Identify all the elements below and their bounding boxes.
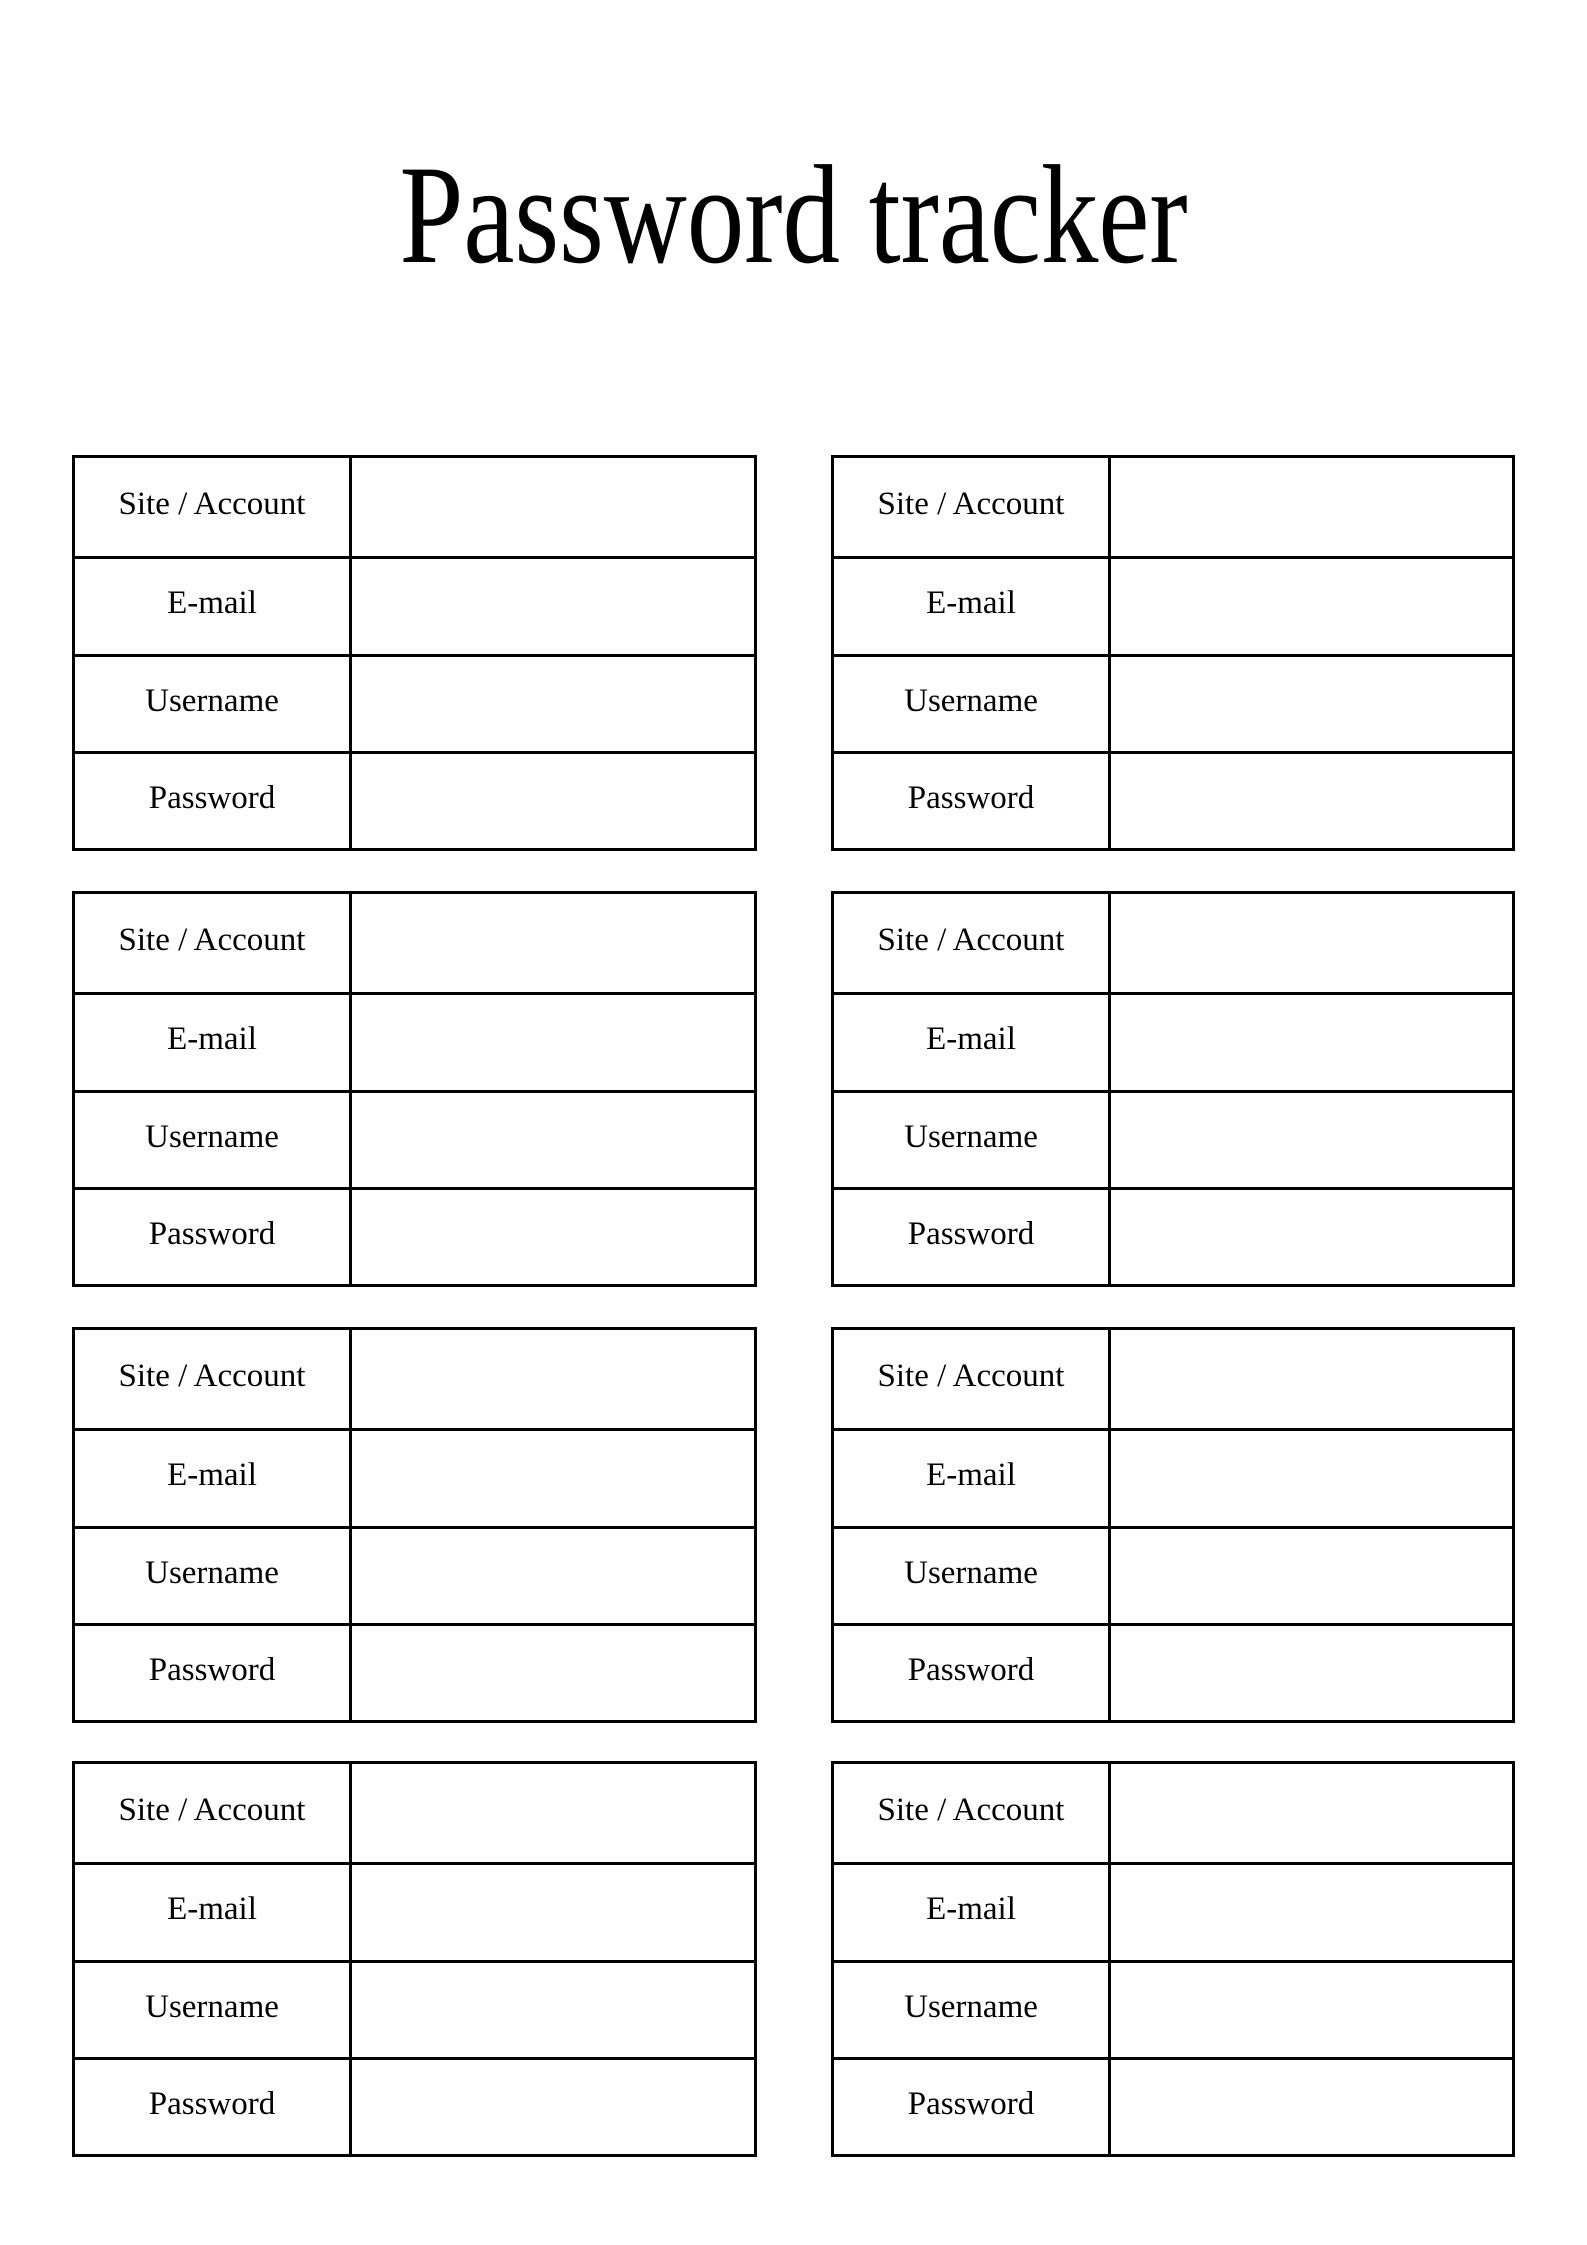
username-label: Username [75,1963,352,2060]
username-field[interactable] [352,1093,754,1190]
username-label: Username [834,1529,1111,1626]
password-field[interactable] [1111,754,1512,848]
password-entry-card: Site / Account E-mail Username Password [72,1327,757,1723]
password-label: Password [834,754,1111,848]
username-label: Username [834,657,1111,754]
password-entry-card: Site / Account E-mail Username Password [72,455,757,851]
page-title: Password tracker [399,137,1188,293]
email-label: E-mail [75,1865,352,1963]
email-label: E-mail [834,1431,1111,1529]
password-label: Password [834,1190,1111,1284]
username-field[interactable] [1111,1093,1512,1190]
email-label: E-mail [75,559,352,657]
password-entry-card: Site / Account E-mail Username Password [831,455,1515,851]
password-label: Password [75,1190,352,1284]
username-label: Username [75,1529,352,1626]
site-label: Site / Account [834,1330,1111,1431]
username-field[interactable] [352,1529,754,1626]
password-field[interactable] [1111,1190,1512,1284]
site-field[interactable] [352,458,754,559]
site-label: Site / Account [75,1330,352,1431]
username-field[interactable] [352,1963,754,2060]
email-field[interactable] [352,559,754,657]
site-label: Site / Account [834,458,1111,559]
email-field[interactable] [1111,559,1512,657]
email-label: E-mail [834,559,1111,657]
password-entry-card: Site / Account E-mail Username Password [831,1327,1515,1723]
email-label: E-mail [834,1865,1111,1963]
username-label: Username [75,1093,352,1190]
password-entry-card: Site / Account E-mail Username Password [831,891,1515,1287]
email-label: E-mail [75,995,352,1093]
password-field[interactable] [352,1190,754,1284]
password-entry-card: Site / Account E-mail Username Password [72,1761,757,2157]
email-field[interactable] [352,995,754,1093]
username-label: Username [75,657,352,754]
site-field[interactable] [352,1330,754,1431]
password-field[interactable] [1111,1626,1512,1720]
email-field[interactable] [352,1431,754,1529]
site-label: Site / Account [75,1764,352,1865]
password-field[interactable] [352,2060,754,2154]
title-container: Password tracker [0,140,1587,290]
password-label: Password [75,754,352,848]
site-label: Site / Account [75,894,352,995]
site-field[interactable] [352,894,754,995]
site-field[interactable] [1111,458,1512,559]
password-label: Password [75,2060,352,2154]
password-label: Password [75,1626,352,1720]
password-field[interactable] [352,1626,754,1720]
email-label: E-mail [834,995,1111,1093]
password-field[interactable] [1111,2060,1512,2154]
username-field[interactable] [352,657,754,754]
username-field[interactable] [1111,1963,1512,2060]
password-label: Password [834,2060,1111,2154]
username-field[interactable] [1111,1529,1512,1626]
username-field[interactable] [1111,657,1512,754]
password-entry-card: Site / Account E-mail Username Password [831,1761,1515,2157]
email-field[interactable] [1111,1865,1512,1963]
site-label: Site / Account [834,1764,1111,1865]
password-field[interactable] [352,754,754,848]
site-field[interactable] [1111,1330,1512,1431]
email-field[interactable] [1111,995,1512,1093]
site-field[interactable] [352,1764,754,1865]
site-field[interactable] [1111,894,1512,995]
password-entry-card: Site / Account E-mail Username Password [72,891,757,1287]
site-label: Site / Account [834,894,1111,995]
email-label: E-mail [75,1431,352,1529]
username-label: Username [834,1093,1111,1190]
email-field[interactable] [1111,1431,1512,1529]
password-label: Password [834,1626,1111,1720]
username-label: Username [834,1963,1111,2060]
site-label: Site / Account [75,458,352,559]
site-field[interactable] [1111,1764,1512,1865]
email-field[interactable] [352,1865,754,1963]
